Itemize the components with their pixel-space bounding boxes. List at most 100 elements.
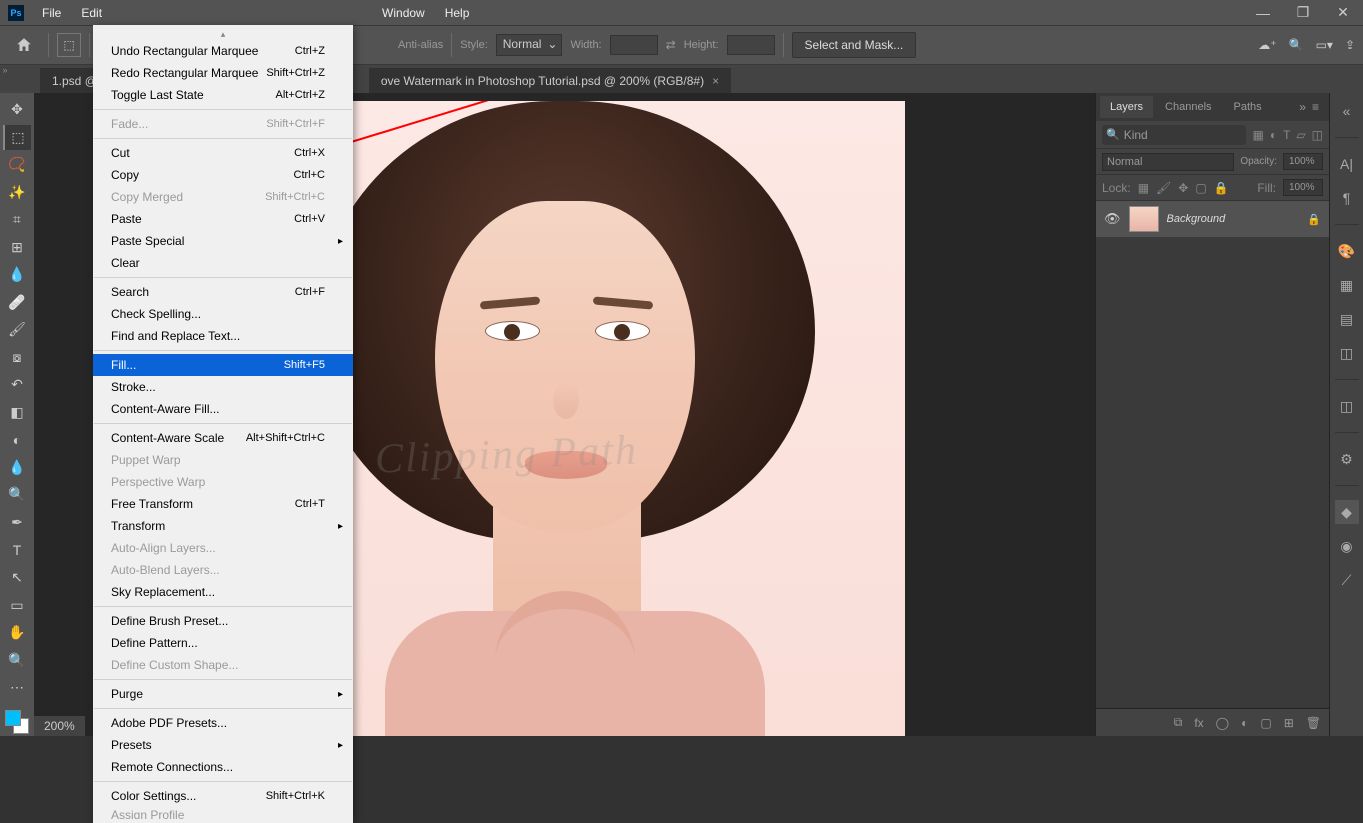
channels-dock-icon[interactable]: ◉ <box>1335 534 1359 558</box>
link-icon[interactable]: ⧉ <box>1174 715 1183 730</box>
shape-tool[interactable]: ▭ <box>3 592 31 618</box>
blur-tool[interactable]: 💧 <box>3 455 31 481</box>
expand-dock-icon[interactable]: « <box>1335 99 1359 123</box>
foreground-color[interactable] <box>5 710 21 726</box>
height-input[interactable] <box>727 35 775 55</box>
collapse-icon[interactable]: » <box>1299 100 1306 114</box>
menu-edit[interactable]: Edit <box>71 2 112 24</box>
panel-menu-icon[interactable]: ≡ <box>1312 100 1319 114</box>
marquee-tool-icon[interactable]: ⬚ <box>57 33 81 57</box>
menu-item-presets[interactable]: Presets <box>93 734 353 756</box>
fill-value[interactable]: 100% <box>1283 179 1323 196</box>
opacity-value[interactable]: 100% <box>1283 153 1323 170</box>
share-icon[interactable]: ⇪ <box>1345 38 1355 52</box>
filter-smart-icon[interactable]: ◫ <box>1312 128 1323 142</box>
new-layer-icon[interactable]: ⊞ <box>1284 716 1294 730</box>
color-swatches[interactable] <box>3 708 31 735</box>
workspace-icon[interactable]: ▭▾ <box>1316 38 1333 52</box>
menu-item-content-aware-fill[interactable]: Content-Aware Fill... <box>93 398 353 420</box>
swap-icon[interactable]: ⇄ <box>666 38 676 52</box>
menu-item-check-spelling[interactable]: Check Spelling... <box>93 303 353 325</box>
eyedropper-tool[interactable]: 💧 <box>3 262 31 288</box>
menu-item-sky-replacement[interactable]: Sky Replacement... <box>93 581 353 603</box>
brush-tool[interactable]: 🖌 <box>3 317 31 343</box>
filter-adjust-icon[interactable]: ◐ <box>1270 128 1277 142</box>
mask-icon[interactable]: ◯ <box>1216 716 1229 730</box>
swatches-icon[interactable]: ▦ <box>1335 273 1359 297</box>
filter-shape-icon[interactable]: ▱ <box>1296 128 1305 142</box>
window-minimize[interactable]: — <box>1243 5 1283 21</box>
menu-item-fill[interactable]: Fill...Shift+F5 <box>93 354 353 376</box>
menu-item-paste[interactable]: PasteCtrl+V <box>93 208 353 230</box>
paths-dock-icon[interactable]: ⟋ <box>1335 568 1359 592</box>
crop-tool[interactable]: ⌗ <box>3 207 31 233</box>
menu-item-define-brush-preset[interactable]: Define Brush Preset... <box>93 610 353 632</box>
style-select[interactable]: Normal ⌄ <box>496 34 563 56</box>
lock-all-icon[interactable]: 🔒 <box>1214 181 1229 195</box>
zoom-level[interactable]: 200% <box>44 719 75 733</box>
path-tool[interactable]: ↖ <box>3 565 31 591</box>
blend-mode-select[interactable]: Normal <box>1102 153 1234 171</box>
tab-paths[interactable]: Paths <box>1224 96 1272 118</box>
menu-item-free-transform[interactable]: Free TransformCtrl+T <box>93 493 353 515</box>
menu-item-purge[interactable]: Purge <box>93 683 353 705</box>
menu-file[interactable]: File <box>32 2 71 24</box>
adjustments-icon[interactable]: ⚙ <box>1335 447 1359 471</box>
char-icon[interactable]: A| <box>1335 152 1359 176</box>
marquee-tool[interactable]: ⬚ <box>3 125 31 151</box>
move-tool[interactable]: ✥ <box>3 97 31 123</box>
lock-pos-icon[interactable]: ✥ <box>1178 181 1188 195</box>
window-close[interactable]: ✕ <box>1323 4 1363 21</box>
zoom-tool[interactable]: 🔍 <box>3 647 31 673</box>
eraser-tool[interactable]: ◧ <box>3 400 31 426</box>
properties-icon[interactable]: ◫ <box>1335 394 1359 418</box>
lasso-tool[interactable]: 📿 <box>3 152 31 178</box>
close-tab-icon[interactable]: × <box>712 74 719 88</box>
layer-row-background[interactable]: 👁 Background 🔒 <box>1096 201 1329 237</box>
history-brush-tool[interactable]: ↶ <box>3 372 31 398</box>
hand-tool[interactable]: ✋ <box>3 620 31 646</box>
width-input[interactable] <box>610 35 658 55</box>
menu-item-adobe-pdf-presets[interactable]: Adobe PDF Presets... <box>93 712 353 734</box>
cloud-icon[interactable]: ☁⁺ <box>1258 38 1276 52</box>
gradient-tool[interactable]: ◐ <box>3 427 31 453</box>
para-icon[interactable]: ¶ <box>1335 186 1359 210</box>
doc-tab-2[interactable]: ove Watermark in Photoshop Tutorial.psd … <box>369 68 731 93</box>
search-icon[interactable]: 🔍 <box>1289 38 1304 52</box>
dodge-tool[interactable]: 🔍 <box>3 482 31 508</box>
gradients-icon[interactable]: ▤ <box>1335 307 1359 331</box>
menu-item-cut[interactable]: CutCtrl+X <box>93 142 353 164</box>
menu-item-search[interactable]: SearchCtrl+F <box>93 281 353 303</box>
select-and-mask-button[interactable]: Select and Mask... <box>792 32 917 58</box>
menu-item-copy[interactable]: CopyCtrl+C <box>93 164 353 186</box>
menu-item-paste-special[interactable]: Paste Special <box>93 230 353 252</box>
layer-name[interactable]: Background <box>1167 213 1300 225</box>
expand-handle[interactable]: » <box>0 62 10 78</box>
menu-item-undo-rectangular-marquee[interactable]: Undo Rectangular MarqueeCtrl+Z <box>93 40 353 62</box>
tab-channels[interactable]: Channels <box>1155 96 1221 118</box>
menu-item-clear[interactable]: Clear <box>93 252 353 274</box>
menu-item-content-aware-scale[interactable]: Content-Aware ScaleAlt+Shift+Ctrl+C <box>93 427 353 449</box>
menu-item-toggle-last-state[interactable]: Toggle Last StateAlt+Ctrl+Z <box>93 84 353 106</box>
menu-item-redo-rectangular-marquee[interactable]: Redo Rectangular MarqueeShift+Ctrl+Z <box>93 62 353 84</box>
tab-layers[interactable]: Layers <box>1100 96 1153 118</box>
home-button[interactable] <box>8 31 40 59</box>
menu-window[interactable]: Window <box>372 2 435 24</box>
patterns-icon[interactable]: ◫ <box>1335 341 1359 365</box>
lock-paint-icon[interactable]: 🖌 <box>1156 181 1171 195</box>
wand-tool[interactable]: ✨ <box>3 180 31 206</box>
color-icon[interactable]: 🎨 <box>1335 239 1359 263</box>
more-tools[interactable]: ⋯ <box>3 675 31 701</box>
layer-thumbnail[interactable] <box>1129 206 1159 232</box>
menu-item-transform[interactable]: Transform <box>93 515 353 537</box>
lock-icon[interactable]: 🔒 <box>1307 213 1321 226</box>
group-icon[interactable]: ▢ <box>1260 716 1271 730</box>
type-tool[interactable]: T <box>3 537 31 563</box>
menu-item-remote-connections[interactable]: Remote Connections... <box>93 756 353 778</box>
healing-tool[interactable]: 🩹 <box>3 290 31 316</box>
window-restore[interactable]: ❐ <box>1283 4 1323 21</box>
lock-trans-icon[interactable]: ▦ <box>1138 181 1149 195</box>
visibility-icon[interactable]: 👁 <box>1104 211 1121 227</box>
frame-tool[interactable]: ⊞ <box>3 235 31 261</box>
menu-item-define-pattern[interactable]: Define Pattern... <box>93 632 353 654</box>
